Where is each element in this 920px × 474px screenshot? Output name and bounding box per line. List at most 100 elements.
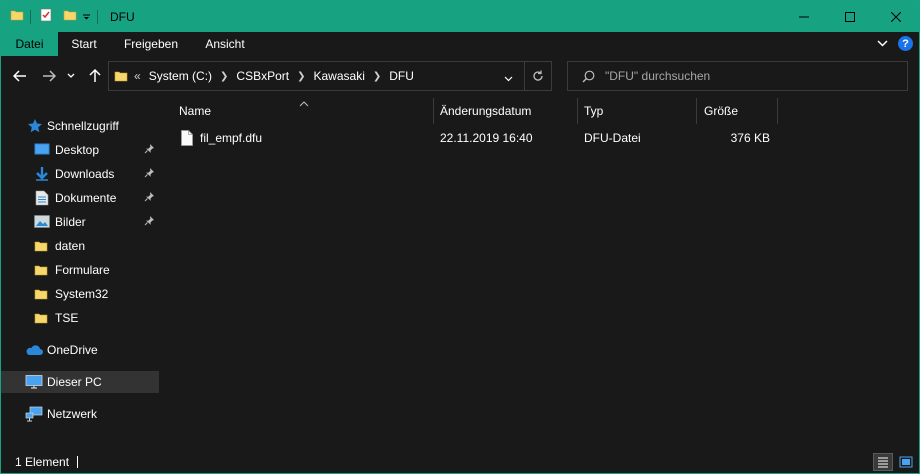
sidebar-item-daten[interactable]: daten — [1, 235, 159, 257]
sidebar-item-label: Dokumente — [55, 191, 117, 205]
cloud-icon — [25, 345, 43, 359]
ribbon-controls: ? — [877, 36, 913, 51]
file-list: Name Änderungsdatum Typ Größe fil_empf.d… — [161, 96, 919, 451]
column-header-size[interactable]: Größe — [704, 98, 738, 124]
details-view-button[interactable] — [873, 453, 893, 471]
address-overflow[interactable]: « — [134, 69, 141, 83]
sidebar-item-label: Bilder — [55, 215, 86, 229]
column-header-name[interactable]: Name — [179, 98, 211, 124]
file-icon — [181, 130, 193, 149]
folder-icon — [10, 8, 24, 25]
back-button[interactable] — [10, 66, 30, 86]
expand-ribbon-icon[interactable] — [877, 37, 888, 51]
large-icons-view-button[interactable] — [896, 453, 916, 471]
breadcrumb-kawasaki[interactable]: Kawasaki — [314, 69, 365, 83]
star-icon — [27, 118, 43, 137]
customize-toolbar-icon[interactable] — [82, 10, 91, 24]
minimize-button[interactable] — [781, 1, 827, 32]
file-size: 376 KB — [730, 131, 770, 145]
sidebar-item-label: Schnellzugriff — [47, 119, 119, 133]
desktop-icon — [34, 143, 50, 160]
download-icon — [34, 166, 50, 185]
tab-datei[interactable]: Datei — [1, 32, 58, 56]
sidebar-item-downloads[interactable]: Downloads — [1, 163, 159, 185]
sidebar-item-label: Dieser PC — [47, 375, 102, 389]
column-header-date[interactable]: Änderungsdatum — [440, 98, 531, 124]
up-button[interactable] — [85, 66, 105, 86]
new-folder-icon[interactable] — [63, 8, 77, 25]
sidebar-item-system32[interactable]: System32 — [1, 283, 159, 305]
column-divider[interactable] — [577, 98, 578, 124]
sidebar-item-label: daten — [55, 239, 86, 253]
pictures-icon — [34, 215, 50, 232]
properties-icon[interactable] — [39, 8, 53, 25]
column-divider[interactable] — [696, 98, 697, 124]
navigation-pane: Schnellzugriff Desktop Downloads Dokumen… — [1, 96, 161, 451]
column-divider[interactable] — [433, 98, 434, 124]
status-divider — [77, 456, 78, 468]
address-history-icon[interactable] — [504, 71, 513, 85]
status-bar: 1 Element — [1, 451, 919, 473]
breadcrumb-system-c[interactable]: System (C:) — [149, 69, 212, 83]
search-input[interactable] — [605, 69, 895, 83]
tab-start[interactable]: Start — [58, 32, 110, 56]
search-icon — [582, 70, 595, 83]
forward-button[interactable] — [39, 66, 59, 86]
sidebar-item-desktop[interactable]: Desktop — [1, 139, 159, 161]
table-row[interactable]: fil_empf.dfu 22.11.2019 16:40 DFU-Datei … — [175, 127, 775, 149]
chevron-right-icon[interactable]: ❯ — [373, 71, 381, 82]
sidebar-item-bilder[interactable]: Bilder — [1, 211, 159, 233]
sidebar-item-label: System32 — [55, 287, 109, 301]
documents-icon — [35, 190, 49, 209]
quick-access-toolbar: DFU — [1, 1, 135, 32]
sidebar-item-tse[interactable]: TSE — [1, 307, 159, 329]
sidebar-item-label: TSE — [55, 311, 79, 325]
recent-locations-button[interactable] — [64, 66, 78, 86]
computer-icon — [25, 375, 43, 392]
sort-ascending-icon — [299, 96, 309, 110]
refresh-button[interactable] — [524, 62, 551, 90]
chevron-right-icon[interactable]: ❯ — [297, 71, 305, 82]
folder-icon — [34, 311, 48, 328]
folder-icon — [34, 239, 48, 256]
window-title: DFU — [110, 9, 135, 24]
sidebar-item-label: Formulare — [55, 263, 110, 277]
navigation-bar: « System (C:) ❯ CSBxPort ❯ Kawasaki ❯ DF… — [1, 56, 919, 96]
chevron-right-icon[interactable]: ❯ — [220, 71, 228, 82]
sidebar-item-onedrive[interactable]: OneDrive — [1, 339, 159, 361]
item-count: 1 Element — [15, 455, 70, 469]
pin-icon[interactable] — [144, 191, 155, 205]
pin-icon[interactable] — [144, 215, 155, 229]
pin-icon[interactable] — [144, 143, 155, 157]
sidebar-item-schnellzugriff[interactable]: Schnellzugriff — [1, 115, 159, 137]
column-header-type[interactable]: Typ — [584, 98, 603, 124]
explorer-window: DFU Datei Start Freigeben Ansicht ? « Sy… — [0, 0, 920, 474]
pin-icon[interactable] — [144, 167, 155, 181]
column-divider[interactable] — [777, 98, 778, 124]
breadcrumb-dfu[interactable]: DFU — [389, 69, 414, 83]
sidebar-item-formulare[interactable]: Formulare — [1, 259, 159, 281]
file-type: DFU-Datei — [584, 131, 641, 145]
help-icon[interactable]: ? — [898, 36, 913, 51]
search-box[interactable] — [567, 61, 908, 91]
tab-freigeben[interactable]: Freigeben — [110, 32, 192, 56]
toolbar-divider — [30, 9, 31, 24]
network-icon — [25, 406, 43, 425]
sidebar-item-label: Netzwerk — [47, 407, 98, 421]
folder-icon — [34, 287, 48, 304]
toolbar-divider — [97, 9, 98, 24]
address-bar[interactable]: « System (C:) ❯ CSBxPort ❯ Kawasaki ❯ DF… — [108, 61, 552, 91]
window-controls — [781, 1, 919, 32]
close-button[interactable] — [873, 1, 919, 32]
sidebar-item-dokumente[interactable]: Dokumente — [1, 187, 159, 209]
sidebar-item-label: Downloads — [55, 167, 115, 181]
maximize-button[interactable] — [827, 1, 873, 32]
breadcrumb-csbxport[interactable]: CSBxPort — [236, 69, 289, 83]
file-date: 22.11.2019 16:40 — [440, 131, 533, 145]
tab-ansicht[interactable]: Ansicht — [192, 32, 258, 56]
sidebar-item-label: Desktop — [55, 143, 100, 157]
sidebar-item-label: OneDrive — [47, 343, 98, 357]
sidebar-item-netzwerk[interactable]: Netzwerk — [1, 403, 159, 425]
sidebar-item-dieser-pc[interactable]: Dieser PC — [1, 371, 159, 393]
file-name[interactable]: fil_empf.dfu — [200, 127, 262, 149]
